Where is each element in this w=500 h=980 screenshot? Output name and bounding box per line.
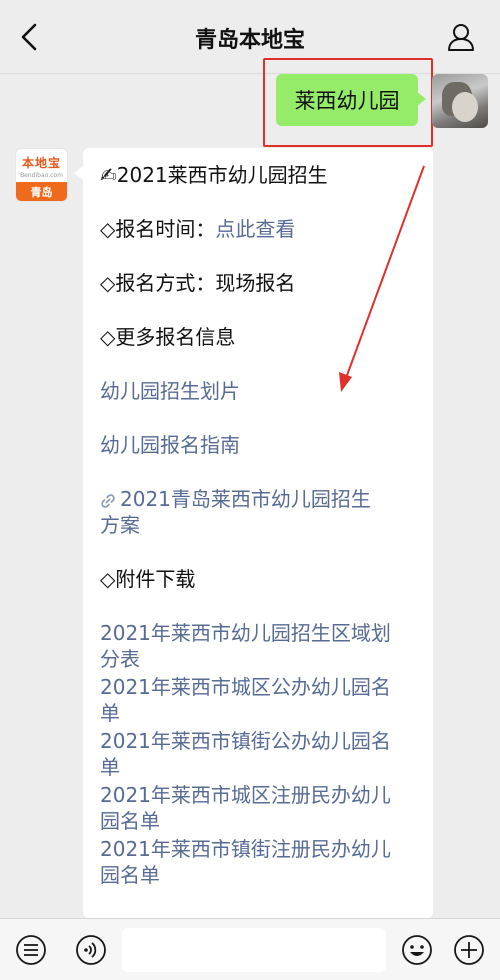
plan-link[interactable]: 2021青岛莱西市幼儿园招生	[100, 486, 420, 512]
attachment-link[interactable]: 园名单	[100, 808, 420, 834]
emoji-icon	[402, 935, 432, 965]
view-time-link[interactable]: 点此查看	[215, 217, 295, 241]
logo-text: 本地宝	[21, 155, 61, 170]
message-input[interactable]	[122, 928, 386, 972]
plus-icon	[454, 935, 484, 965]
emoji-button[interactable]	[400, 933, 434, 967]
link-icon	[101, 493, 115, 508]
logo-city: 青岛	[16, 182, 67, 201]
attachment-link[interactable]: 园名单	[100, 862, 420, 888]
attachment-link[interactable]: 单	[100, 754, 420, 780]
registration-time-label: ◇报名时间：	[100, 217, 216, 241]
attachment-link[interactable]: 2021年莱西市城区公办幼儿园名	[100, 674, 420, 700]
account-avatar[interactable]: 本地宝 Bendibao.com 青岛	[15, 148, 68, 202]
plan-link-continued[interactable]: 方案	[100, 512, 420, 538]
attachment-link[interactable]: 单	[100, 700, 420, 726]
profile-button[interactable]	[444, 20, 478, 54]
user-avatar[interactable]	[432, 74, 488, 128]
menu-lines-icon	[16, 935, 46, 965]
person-icon	[448, 24, 474, 51]
attachment-link[interactable]: 2021年莱西市幼儿园招生区域划	[100, 620, 420, 646]
attachment-link[interactable]: 分表	[100, 646, 420, 672]
input-toolbar	[0, 918, 500, 980]
voice-button[interactable]	[74, 933, 108, 967]
outgoing-message-bubble[interactable]: 莱西幼儿园	[276, 74, 426, 126]
attachment-link[interactable]: 2021年莱西市城区注册民办幼儿	[100, 782, 420, 808]
guide-link[interactable]: 幼儿园报名指南	[100, 432, 420, 458]
attachment-link[interactable]: 2021年莱西市镇街注册民办幼儿	[100, 836, 420, 862]
more-button[interactable]	[452, 933, 486, 967]
page-title: 青岛本地宝	[194, 28, 305, 53]
logo-subtext: Bendibao.com	[20, 171, 63, 179]
plan-link-text: 2021青岛莱西市幼儿园招生	[120, 487, 371, 511]
attachments-heading: ◇附件下载	[100, 567, 196, 591]
menu-button[interactable]	[14, 933, 48, 967]
attachment-link[interactable]: 2021年莱西市镇街公办幼儿园名	[100, 728, 420, 754]
red-arrow-annotation	[339, 165, 425, 392]
voice-icon	[76, 935, 106, 965]
